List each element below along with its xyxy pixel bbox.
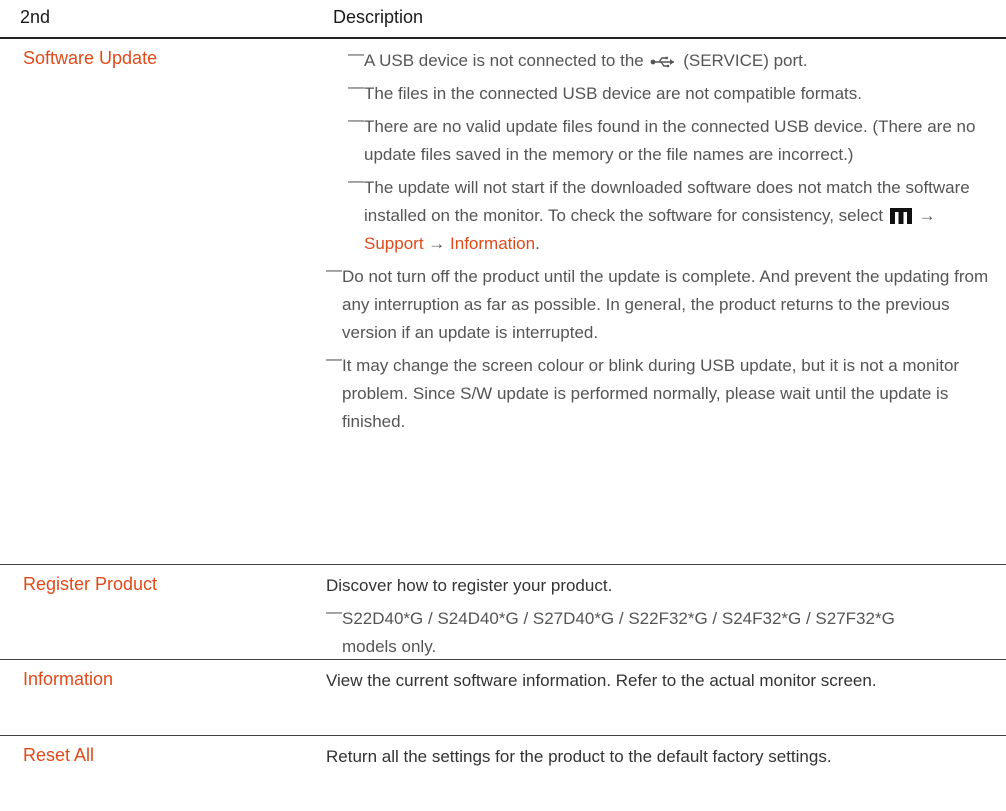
- menu-item-information[interactable]: Information: [23, 669, 113, 690]
- note-text: A USB device is not connected to the: [364, 51, 644, 70]
- note-text: The files in the connected USB device ar…: [364, 84, 862, 103]
- table-row-reset-all: Reset All Return all the settings for th…: [0, 736, 1006, 811]
- arrow-glyph: →: [428, 234, 446, 253]
- software-update-description: ― A USB device is not connected to the (…: [326, 46, 994, 436]
- period: .: [535, 234, 540, 253]
- table-row-register-product: Register Product Discover how to registe…: [0, 565, 1006, 660]
- note-dash: ―: [326, 262, 342, 279]
- description-text: View the current software information. R…: [326, 671, 877, 690]
- note-dash: ―: [326, 351, 342, 368]
- note-dash: ―: [348, 46, 364, 63]
- column-header-description: Description: [333, 7, 424, 27]
- arrow-glyph: →: [918, 206, 936, 225]
- note-usb-not-connected: ― A USB device is not connected to the (…: [348, 46, 994, 75]
- note-dash: ―: [348, 173, 364, 190]
- note-text: Do not turn off the product until the up…: [342, 267, 989, 342]
- note-models-only: ― S22D40*G / S24D40*G / S27D40*G / S22F3…: [326, 604, 994, 661]
- register-product-description: Discover how to register your product. ―…: [326, 572, 994, 661]
- note-text: S22D40*G / S24D40*G / S27D40*G / S22F32*…: [342, 609, 895, 656]
- note-text-end: (SERVICE) port.: [683, 51, 808, 70]
- note-text: There are no valid update files found in…: [364, 117, 976, 164]
- note-dash: ―: [348, 112, 364, 129]
- note-screen-blink: ― It may change the screen colour or bli…: [326, 351, 994, 436]
- menu-item-register-product[interactable]: Register Product: [23, 574, 157, 595]
- note-no-valid-files: ― There are no valid update files found …: [348, 112, 994, 169]
- note-text: It may change the screen colour or blink…: [342, 356, 960, 431]
- note-do-not-turn-off: ― Do not turn off the product until the …: [326, 262, 994, 347]
- table-row-software-update: Software Update ― A USB device is not co…: [0, 39, 1006, 565]
- menu-link-information[interactable]: Information: [450, 234, 535, 253]
- menu-link-support[interactable]: Support: [364, 234, 424, 253]
- table-row-information: Information View the current software in…: [0, 660, 1006, 736]
- note-dash: ―: [326, 604, 342, 621]
- manual-page: 2nd Description Software Update ― A USB …: [0, 0, 1006, 811]
- menu-item-software-update[interactable]: Software Update: [23, 48, 157, 69]
- usb-icon: [651, 56, 675, 68]
- note-dash: ―: [348, 79, 364, 96]
- note-text: The update will not start if the downloa…: [364, 178, 970, 225]
- column-header-2nd: 2nd: [20, 7, 51, 27]
- note-update-mismatch: ― The update will not start if the downl…: [348, 173, 994, 258]
- information-description: View the current software information. R…: [326, 667, 994, 695]
- reset-all-description: Return all the settings for the product …: [326, 743, 994, 771]
- description-text: Discover how to register your product.: [326, 576, 613, 595]
- table-header: 2nd Description: [0, 0, 1006, 39]
- menu-icon: [889, 208, 912, 224]
- note-incompatible-formats: ― The files in the connected USB device …: [348, 79, 994, 108]
- description-text: Return all the settings for the product …: [326, 747, 832, 766]
- menu-item-reset-all[interactable]: Reset All: [23, 745, 94, 766]
